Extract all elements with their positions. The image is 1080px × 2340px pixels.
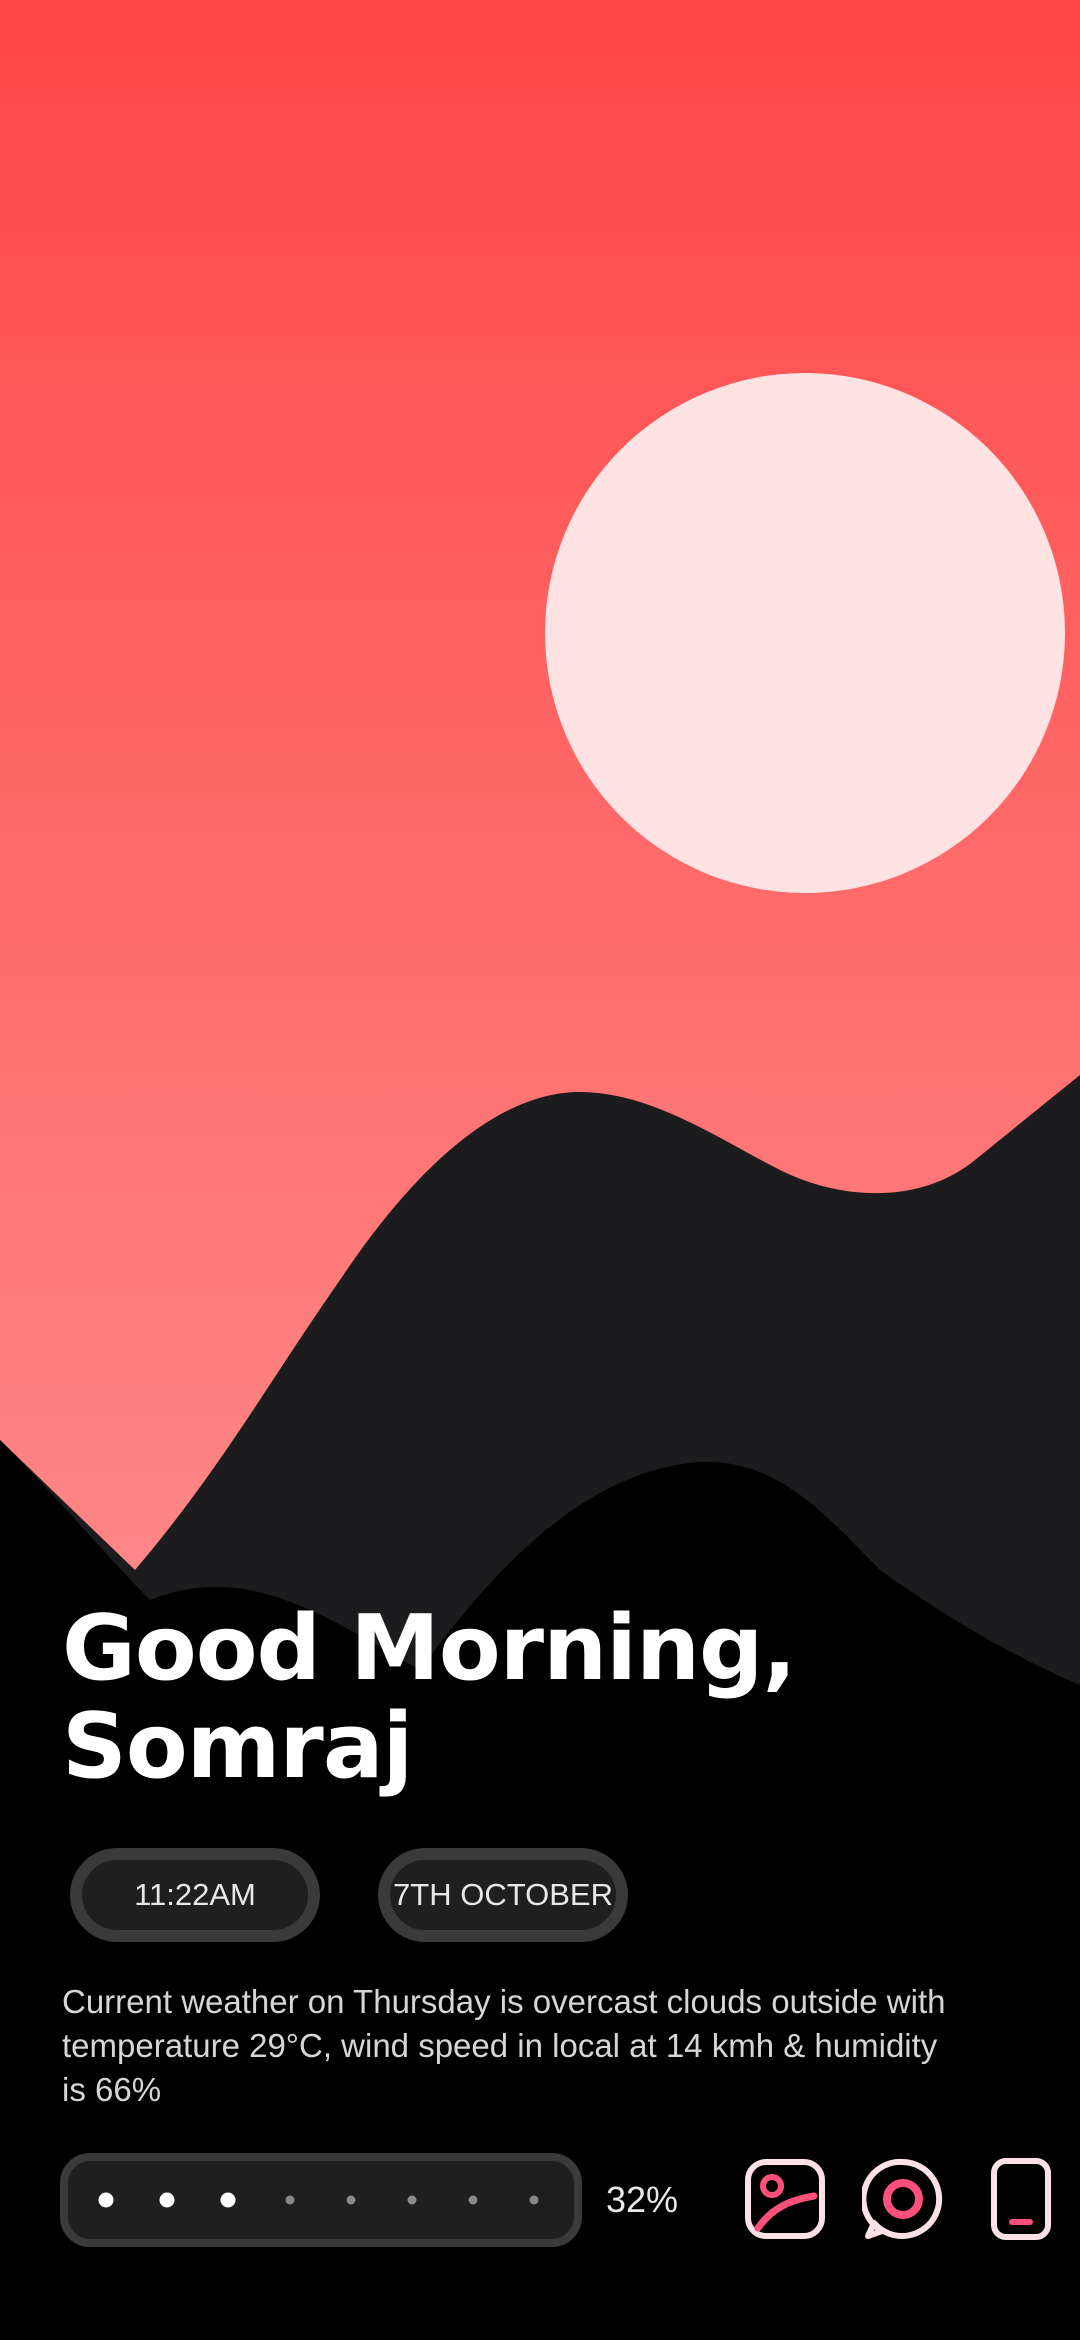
battery-dot-empty (407, 2195, 417, 2205)
greeting-heading: Good Morning, Somraj (62, 1596, 797, 1799)
chat-icon[interactable] (862, 2158, 944, 2240)
battery-dot-empty (468, 2195, 478, 2205)
home-screen: Good Morning, Somraj 11:22AM 7TH OCTOBER… (0, 0, 1080, 2340)
battery-dots-indicator (60, 2153, 582, 2247)
greeting-name: Somraj (62, 1694, 413, 1799)
battery-dot-filled (98, 2192, 114, 2208)
time-pill[interactable]: 11:22AM (70, 1848, 320, 1942)
battery-dot-filled (159, 2192, 175, 2208)
battery-dot-filled (220, 2192, 236, 2208)
phone-icon[interactable] (980, 2158, 1062, 2240)
time-label: 11:22AM (134, 1877, 256, 1912)
gallery-icon[interactable] (744, 2158, 826, 2240)
weather-summary: Current weather on Thursday is overcast … (62, 1983, 946, 2108)
date-label: 7TH OCTOBER (393, 1877, 613, 1912)
battery-dot-empty (285, 2195, 295, 2205)
wallpaper-illustration (0, 0, 1080, 1700)
battery-dot-empty (529, 2195, 539, 2205)
date-pill[interactable]: 7TH OCTOBER (378, 1848, 628, 1942)
sun (545, 373, 1065, 893)
battery-percent: 32% (606, 2179, 679, 2220)
greeting-line-1: Good Morning, (62, 1596, 797, 1701)
battery-dot-empty (346, 2195, 356, 2205)
